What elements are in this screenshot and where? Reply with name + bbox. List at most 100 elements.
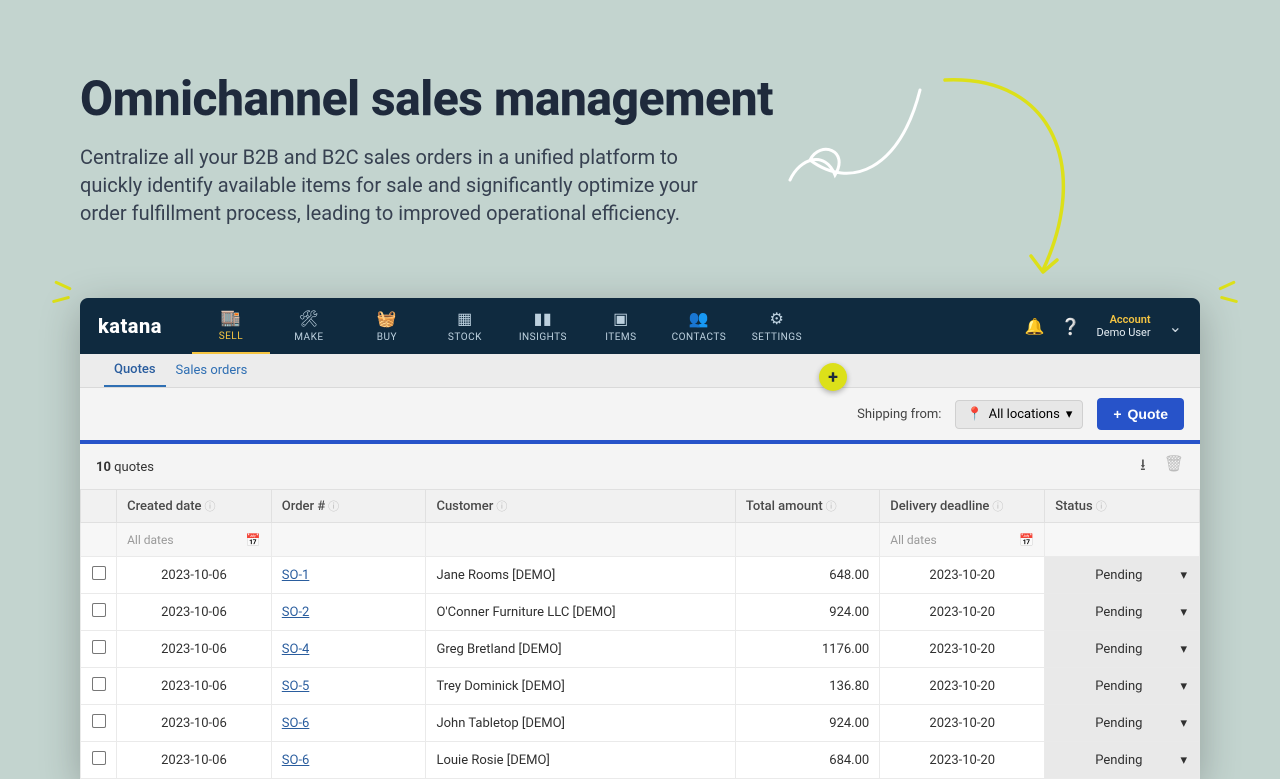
row-checkbox-cell xyxy=(81,668,117,705)
plus-icon: + xyxy=(1113,406,1121,422)
table-row: 2023-10-06SO-5Trey Dominick [DEMO]136.80… xyxy=(81,668,1200,705)
tab-sales-orders[interactable]: Sales orders xyxy=(166,355,258,386)
filter-status[interactable] xyxy=(1045,523,1200,557)
status-select[interactable]: Pending▾ xyxy=(1045,744,1199,777)
order-link[interactable]: SO-2 xyxy=(282,605,310,620)
status-select[interactable]: Pending▾ xyxy=(1045,596,1199,629)
shipping-from-label: Shipping from: xyxy=(857,407,941,422)
new-quote-button[interactable]: + Quote xyxy=(1097,398,1184,430)
caret-down-icon: ▾ xyxy=(1180,679,1187,694)
account-menu[interactable]: Account Demo User xyxy=(1097,313,1151,339)
caret-down-icon: ▾ xyxy=(1180,568,1187,583)
nav-make[interactable]: 🛠MAKE xyxy=(270,298,348,354)
nav-settings[interactable]: ⚙SETTINGS xyxy=(738,298,816,354)
row-status-cell: Pending▾ xyxy=(1045,705,1200,742)
row-created: 2023-10-06 xyxy=(117,557,272,594)
caret-down-icon: ▾ xyxy=(1180,605,1187,620)
quotes-table: Created dateⓘ Order #ⓘ Customerⓘ Total a… xyxy=(80,489,1200,779)
add-button[interactable]: + xyxy=(819,363,847,391)
info-icon: ⓘ xyxy=(496,500,507,513)
order-link[interactable]: SO-6 xyxy=(282,753,310,768)
row-checkbox-cell xyxy=(81,631,117,668)
nav-contacts-label: CONTACTS xyxy=(672,332,727,343)
chevron-down-icon[interactable]: ⌄ xyxy=(1169,317,1182,336)
row-order: SO-6 xyxy=(271,742,426,779)
location-select[interactable]: 📍 All locations ▾ xyxy=(955,400,1083,429)
filter-created[interactable]: All dates📅 xyxy=(117,523,272,557)
row-created: 2023-10-06 xyxy=(117,631,272,668)
filter-deadline[interactable]: All dates📅 xyxy=(880,523,1045,557)
col-deadline[interactable]: Delivery deadlineⓘ xyxy=(880,490,1045,523)
row-deadline: 2023-10-20 xyxy=(880,668,1045,705)
info-icon: ⓘ xyxy=(205,500,216,513)
row-checkbox[interactable] xyxy=(92,566,106,580)
row-customer: O'Conner Furniture LLC [DEMO] xyxy=(426,594,735,631)
nav-settings-label: SETTINGS xyxy=(752,332,802,343)
filter-customer-input[interactable] xyxy=(436,532,724,546)
people-icon: 👥 xyxy=(689,309,709,328)
row-deadline: 2023-10-20 xyxy=(880,705,1045,742)
filter-order-input[interactable] xyxy=(282,532,416,546)
row-status-cell: Pending▾ xyxy=(1045,594,1200,631)
row-deadline: 2023-10-20 xyxy=(880,742,1045,779)
quote-button-label: Quote xyxy=(1128,406,1168,422)
page-title: Omnichannel sales management xyxy=(80,70,1200,127)
help-icon[interactable]: ❔ xyxy=(1061,317,1081,336)
info-icon: ⓘ xyxy=(992,500,1003,513)
row-created: 2023-10-06 xyxy=(117,705,272,742)
tab-quotes[interactable]: Quotes xyxy=(104,354,166,387)
status-select[interactable]: Pending▾ xyxy=(1045,670,1199,703)
trash-icon[interactable]: 🗑 xyxy=(1164,454,1184,481)
row-created: 2023-10-06 xyxy=(117,668,272,705)
row-created: 2023-10-06 xyxy=(117,742,272,779)
col-select xyxy=(81,490,117,523)
table-header-row: Created dateⓘ Order #ⓘ Customerⓘ Total a… xyxy=(81,490,1200,523)
pin-icon: 📍 xyxy=(966,407,982,422)
toolbar: Shipping from: 📍 All locations ▾ + Quote xyxy=(80,388,1200,440)
col-customer[interactable]: Customerⓘ xyxy=(426,490,735,523)
bell-icon[interactable]: 🔔 xyxy=(1025,317,1045,336)
spark-icon xyxy=(44,278,84,318)
row-checkbox[interactable] xyxy=(92,714,106,728)
nav-insights[interactable]: ▮▮INSIGHTS xyxy=(504,298,582,354)
nav-sell[interactable]: 🏬SELL xyxy=(192,298,270,354)
row-checkbox[interactable] xyxy=(92,640,106,654)
col-order[interactable]: Order #ⓘ xyxy=(271,490,426,523)
status-select[interactable]: Pending▾ xyxy=(1045,559,1199,592)
filter-status-input[interactable] xyxy=(1055,532,1189,546)
status-select[interactable]: Pending▾ xyxy=(1045,707,1199,740)
col-created[interactable]: Created dateⓘ xyxy=(117,490,272,523)
subtabs: Quotes Sales orders xyxy=(80,354,1200,388)
row-checkbox[interactable] xyxy=(92,603,106,617)
row-checkbox[interactable] xyxy=(92,751,106,765)
nav-items[interactable]: ▣ITEMS xyxy=(582,298,660,354)
row-checkbox[interactable] xyxy=(92,677,106,691)
col-status[interactable]: Statusⓘ xyxy=(1045,490,1200,523)
filter-customer[interactable] xyxy=(426,523,735,557)
brand-logo: katana xyxy=(98,314,162,338)
page-subtitle: Centralize all your B2B and B2C sales or… xyxy=(80,143,720,227)
filter-order[interactable] xyxy=(271,523,426,557)
row-checkbox-cell xyxy=(81,557,117,594)
col-total[interactable]: Total amountⓘ xyxy=(735,490,879,523)
order-link[interactable]: SO-6 xyxy=(282,716,310,731)
status-select[interactable]: Pending▾ xyxy=(1045,633,1199,666)
row-total: 684.00 xyxy=(735,742,879,779)
filter-total[interactable] xyxy=(735,523,879,557)
nav-items-label: ITEMS xyxy=(605,332,636,343)
download-icon[interactable]: ⭳ xyxy=(1140,454,1146,481)
order-link[interactable]: SO-4 xyxy=(282,642,310,657)
result-count: 10 quotes xyxy=(96,460,154,475)
status-label: Pending xyxy=(1057,642,1180,657)
nav-contacts[interactable]: 👥 CONTACTS xyxy=(660,298,738,354)
nav-buy[interactable]: 🧺BUY xyxy=(348,298,426,354)
row-status-cell: Pending▾ xyxy=(1045,557,1200,594)
order-link[interactable]: SO-5 xyxy=(282,679,310,694)
row-total: 648.00 xyxy=(735,557,879,594)
row-deadline: 2023-10-20 xyxy=(880,594,1045,631)
nav-stock[interactable]: ▦STOCK xyxy=(426,298,504,354)
order-link[interactable]: SO-1 xyxy=(282,568,310,583)
filter-total-input[interactable] xyxy=(746,532,869,546)
row-customer: Louie Rosie [DEMO] xyxy=(426,742,735,779)
row-created: 2023-10-06 xyxy=(117,594,272,631)
